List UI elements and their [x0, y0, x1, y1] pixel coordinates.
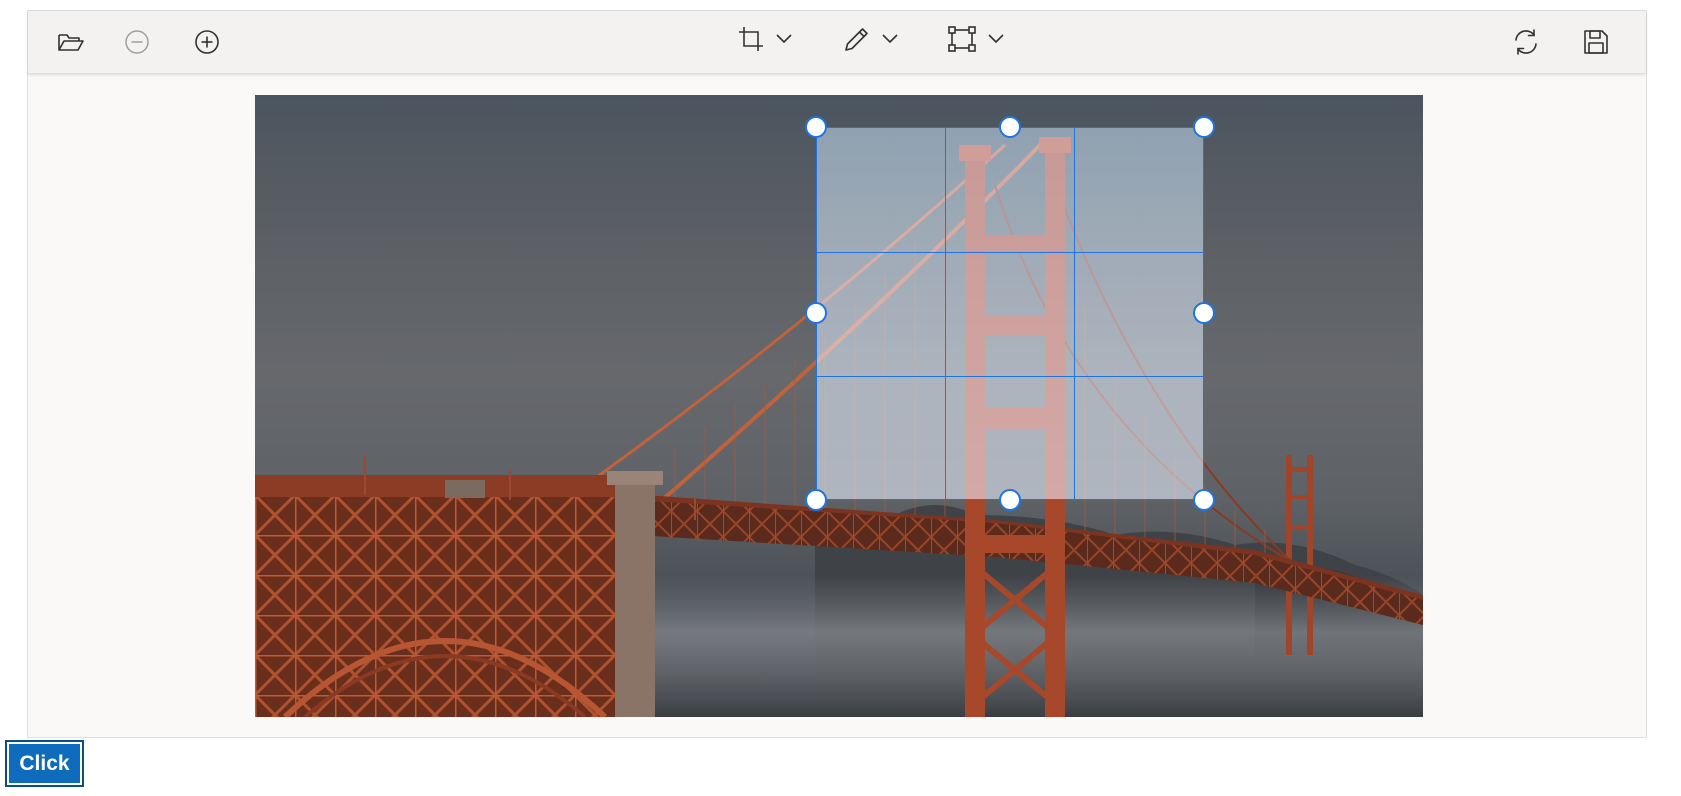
save-icon [1583, 29, 1609, 55]
annotate-dropdown-button[interactable] [840, 21, 902, 57]
chevron-down-icon [775, 33, 793, 45]
transform-icon [947, 25, 977, 53]
chevron-down-icon [881, 33, 899, 45]
zoom-in-button[interactable] [194, 24, 220, 60]
reset-icon [1511, 27, 1541, 57]
open-button[interactable] [56, 24, 86, 60]
toolbar [28, 11, 1646, 74]
crop-handle-bottom-right[interactable] [1193, 489, 1215, 511]
crop-handle-top-right[interactable] [1193, 116, 1215, 138]
reset-button[interactable] [1511, 24, 1541, 60]
zoom-in-icon [194, 29, 220, 55]
zoom-out-icon [124, 29, 150, 55]
image-canvas[interactable] [255, 95, 1423, 717]
crop-icon [737, 25, 765, 53]
folder-open-icon [57, 30, 85, 54]
crop-handle-bottom-center[interactable] [999, 489, 1021, 511]
image-editor [27, 10, 1647, 738]
crop-handle-middle-left[interactable] [805, 302, 827, 324]
crop-handle-top-left[interactable] [805, 116, 827, 138]
grid-line [817, 252, 1203, 253]
click-button[interactable]: Click [5, 740, 84, 787]
transform-dropdown-button[interactable] [945, 21, 1007, 57]
crop-handle-bottom-left[interactable] [805, 489, 827, 511]
save-button[interactable] [1583, 24, 1609, 60]
crop-handle-middle-right[interactable] [1193, 302, 1215, 324]
chevron-down-icon [987, 33, 1005, 45]
grid-line [945, 128, 946, 499]
grid-line [817, 376, 1203, 377]
crop-selection[interactable] [816, 127, 1204, 500]
crop-dropdown-button[interactable] [734, 21, 796, 57]
zoom-out-button[interactable] [124, 24, 150, 60]
crop-handle-top-center[interactable] [999, 116, 1021, 138]
grid-line [1074, 128, 1075, 499]
pencil-icon [843, 25, 871, 53]
